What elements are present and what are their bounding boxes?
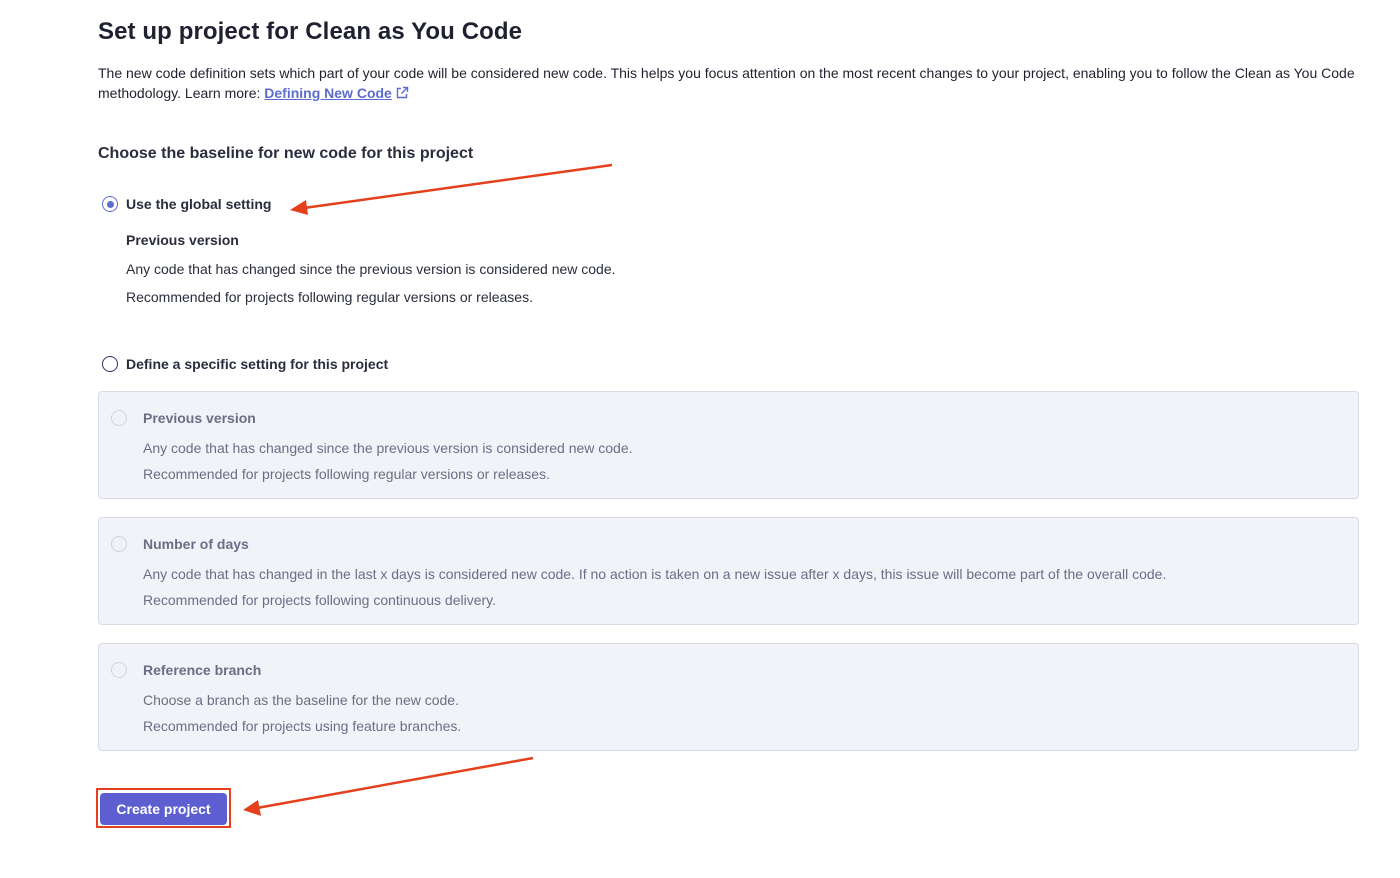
card-title: Reference branch xyxy=(143,662,262,678)
intro-text: The new code definition sets which part … xyxy=(98,63,1364,105)
option-card-number-of-days: Number of days Any code that has changed… xyxy=(98,517,1359,625)
use-global-setting-label: Use the global setting xyxy=(126,196,272,212)
specific-setting-radio[interactable] xyxy=(102,356,118,372)
arrow-icon xyxy=(290,163,613,215)
previous-version-radio xyxy=(111,410,127,426)
card-description: Any code that has changed in the last x … xyxy=(143,566,1167,582)
card-title: Previous version xyxy=(143,410,256,426)
card-title: Number of days xyxy=(143,536,249,552)
global-setting-detail-title: Previous version xyxy=(126,232,239,248)
card-description: Any code that has changed since the prev… xyxy=(143,440,633,456)
defining-new-code-link[interactable]: Defining New Code xyxy=(264,85,409,101)
card-recommendation: Recommended for projects following regul… xyxy=(143,466,550,482)
card-recommendation: Recommended for projects using feature b… xyxy=(143,718,462,734)
card-recommendation: Recommended for projects following conti… xyxy=(143,592,497,608)
external-link-icon xyxy=(395,85,409,105)
arrow-icon xyxy=(243,756,534,816)
page: Set up project for Clean as You Code The… xyxy=(0,0,1400,878)
specific-setting-label: Define a specific setting for this proje… xyxy=(126,356,389,372)
option-card-previous-version: Previous version Any code that has chang… xyxy=(98,391,1359,499)
reference-branch-radio xyxy=(111,662,127,678)
use-global-setting-radio[interactable] xyxy=(102,196,118,212)
card-description: Choose a branch as the baseline for the … xyxy=(143,692,459,708)
number-of-days-radio xyxy=(111,536,127,552)
page-title: Set up project for Clean as You Code xyxy=(98,18,523,45)
use-global-setting-option[interactable]: Use the global setting xyxy=(102,196,271,212)
option-card-reference-branch: Reference branch Choose a branch as the … xyxy=(98,643,1359,751)
baseline-section-title: Choose the baseline for new code for thi… xyxy=(98,145,474,162)
global-setting-detail-description: Any code that has changed since the prev… xyxy=(126,261,616,277)
create-project-button[interactable]: Create project xyxy=(100,793,227,825)
specific-setting-option[interactable]: Define a specific setting for this proje… xyxy=(102,356,388,372)
create-project-highlight: Create project xyxy=(96,788,231,828)
global-setting-detail: Previous version Any code that has chang… xyxy=(126,232,616,306)
global-setting-detail-recommendation: Recommended for projects following regul… xyxy=(126,289,533,305)
defining-new-code-link-label: Defining New Code xyxy=(264,85,392,101)
